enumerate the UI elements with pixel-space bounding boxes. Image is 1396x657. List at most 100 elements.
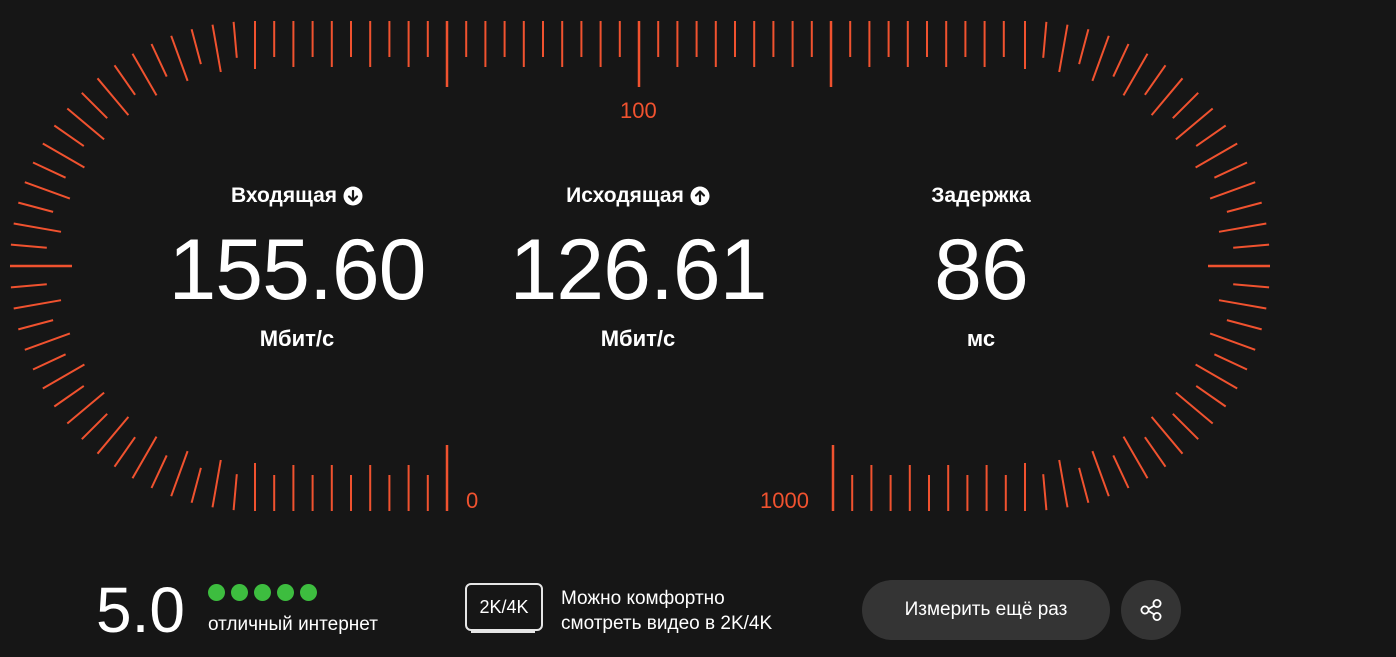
gauge-tick <box>170 450 189 497</box>
download-value: 155.60 <box>168 222 426 318</box>
gauge-tick <box>1226 319 1262 331</box>
gauge-tick <box>1078 29 1090 65</box>
gauge-tick <box>1091 450 1110 497</box>
download-label-row: Входящая <box>137 180 457 212</box>
rating-score: 5.0 <box>96 574 185 646</box>
rating-dot-icon <box>208 584 225 601</box>
rating-dot-icon <box>277 584 294 601</box>
gauge-tick <box>1058 459 1069 508</box>
gauge-tick <box>1042 21 1048 58</box>
gauge-tick <box>1172 92 1199 119</box>
latency-value: 86 <box>934 222 1029 318</box>
gauge-tick <box>1218 222 1267 233</box>
scale-label-top: 100 <box>620 98 657 123</box>
arrow-up-circle-icon <box>690 186 710 206</box>
download-label: Входящая <box>230 184 338 207</box>
gauge-tick <box>32 353 67 371</box>
gauge-tick <box>32 161 67 179</box>
latency-label: Задержка <box>931 184 1031 207</box>
gauge-tick <box>1226 201 1262 213</box>
gauge-tick <box>1042 474 1048 511</box>
gauge-tick <box>42 142 85 169</box>
video-quality-line2: смотреть видео в 2K/4K <box>561 613 773 634</box>
gauge-tick <box>53 385 85 408</box>
gauge-tick <box>170 35 189 82</box>
gauge-tick <box>1218 299 1267 310</box>
gauge-tick <box>1195 142 1238 169</box>
gauge-tick <box>10 243 47 249</box>
rating-description: отличный интернет <box>208 614 378 635</box>
gauge-tick <box>42 363 85 390</box>
gauge-tick <box>1213 353 1248 371</box>
gauge-tick <box>66 391 105 425</box>
gauge-tick <box>1172 413 1199 440</box>
video-quality-icon: 2K/4K <box>465 583 543 635</box>
gauge-tick <box>190 29 202 65</box>
gauge-tick <box>24 332 71 351</box>
gauge-tick <box>18 319 54 331</box>
gauge-tick <box>81 92 108 119</box>
gauge-tick <box>131 53 158 96</box>
gauge-tick <box>1112 454 1130 489</box>
gauge-tick <box>1233 243 1270 249</box>
share-icon <box>1138 597 1164 623</box>
gauge-tick <box>232 21 238 58</box>
video-quality-badge: 2K/4K <box>465 583 543 631</box>
gauge-tick <box>211 24 222 73</box>
gauge-tick <box>1150 77 1184 116</box>
measure-again-button[interactable]: Измерить ещё раз <box>862 580 1110 640</box>
gauge-tick <box>1091 35 1110 82</box>
gauge-tick <box>190 467 202 503</box>
gauge-tick <box>1144 436 1167 468</box>
rating-dot-icon <box>231 584 248 601</box>
gauge-tick <box>1233 283 1270 289</box>
gauge-tick <box>211 459 222 508</box>
gauge-tick <box>18 201 54 213</box>
gauge-tick <box>1144 64 1167 96</box>
gauge-tick <box>81 413 108 440</box>
arrow-down-circle-icon <box>343 186 363 206</box>
download-metric: Входящая 155.60 Мбит/с <box>137 180 457 352</box>
monitor-stand <box>471 631 535 633</box>
gauge-tick <box>1213 161 1248 179</box>
upload-unit: Мбит/с <box>600 326 676 351</box>
scale-label-zero: 0 <box>466 488 479 513</box>
gauge-tick <box>131 436 158 479</box>
upload-label-row: Исходящая <box>478 180 798 212</box>
gauge-tick <box>1150 416 1184 455</box>
gauge-tick <box>1195 363 1238 390</box>
gauge-tick <box>150 454 168 489</box>
gauge-tick <box>1058 24 1069 73</box>
gauge-tick <box>66 107 105 141</box>
gauge-tick <box>1209 332 1256 351</box>
gauge-tick <box>1195 385 1227 408</box>
rating-dots <box>208 584 317 601</box>
gauge-tick <box>1122 53 1149 96</box>
share-button[interactable] <box>1121 580 1181 640</box>
gauge-tick <box>1112 43 1130 78</box>
video-quality-text: Можно комфортно смотреть видео в 2K/4K <box>561 586 772 636</box>
gauge-tick <box>1175 391 1214 425</box>
gauge-tick <box>1122 436 1149 479</box>
latency-unit: мс <box>966 326 996 351</box>
gauge-tick <box>1078 467 1090 503</box>
gauge-tick <box>24 181 71 200</box>
gauge-tick <box>1209 181 1256 200</box>
speedtest-result-screen: 100 0 1000 Входящая 155.60 Мбит/с Исходя… <box>0 0 1396 657</box>
rating-dot-icon <box>254 584 271 601</box>
gauge-tick <box>113 436 136 468</box>
gauge-tick <box>1195 124 1227 147</box>
latency-label-row: Задержка <box>821 180 1141 212</box>
latency-metric: Задержка 86 мс <box>821 180 1141 352</box>
video-quality-line1: Можно комфортно <box>561 588 725 609</box>
gauge-tick <box>13 299 62 310</box>
gauge-tick <box>96 77 130 116</box>
gauge-tick <box>53 124 85 147</box>
scale-label-max: 1000 <box>760 488 809 513</box>
gauge-tick <box>1175 107 1214 141</box>
gauge-tick <box>113 64 136 96</box>
gauge-tick <box>13 222 62 233</box>
rating-dot-icon <box>300 584 317 601</box>
upload-label: Исходящая <box>566 184 684 207</box>
upload-metric: Исходящая 126.61 Мбит/с <box>478 180 798 352</box>
